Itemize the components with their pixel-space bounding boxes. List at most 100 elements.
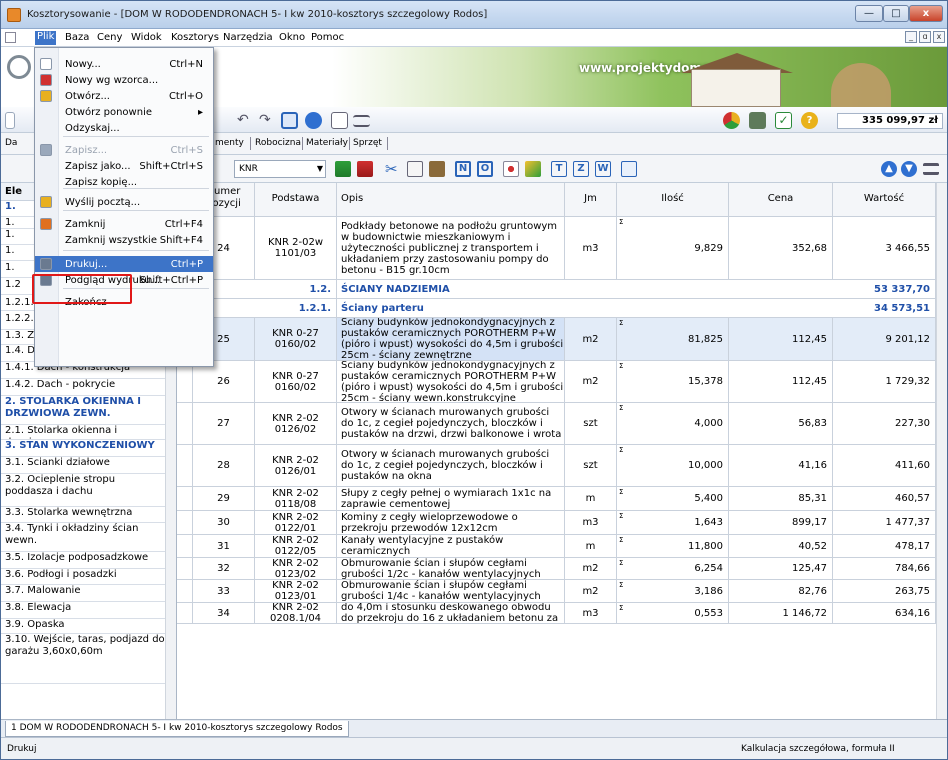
cut-icon[interactable]: ✂ bbox=[385, 161, 401, 177]
o-icon[interactable]: O bbox=[477, 161, 493, 177]
cell-desc[interactable]: Ściany budynków jednokondygnacyjnych z p… bbox=[337, 318, 565, 360]
cell-qty[interactable]: 1,643 bbox=[617, 511, 729, 534]
menu-item[interactable]: Odzyskaj... bbox=[35, 120, 213, 136]
tree-item[interactable]: 2.1. Stolarka okienna i drzwiowa zewn. bbox=[1, 425, 166, 440]
cell-basis[interactable]: KNR 2-02w 1101/03 bbox=[255, 217, 337, 279]
table-row[interactable]: 31 KNR 2-02 0122/05 Kanały wentylacyjne z … bbox=[177, 535, 936, 558]
menu-item[interactable]: Wyślij pocztą... bbox=[35, 194, 213, 210]
cell-value[interactable]: 1 729,32 bbox=[833, 361, 936, 402]
n-icon[interactable]: N bbox=[455, 161, 471, 177]
menu-item[interactable]: Otwórz... Ctrl+O bbox=[35, 88, 213, 104]
menu-widok[interactable]: Widok bbox=[131, 32, 162, 43]
cell-value[interactable]: 411,60 bbox=[833, 445, 936, 486]
menu-item[interactable]: Nowy wg wzorca... bbox=[35, 72, 213, 88]
cell-qty[interactable]: 3,186 bbox=[617, 580, 729, 602]
tree-item[interactable]: 3.8. Elewacja bbox=[1, 602, 166, 619]
menu-item[interactable]: Nowy... Ctrl+N bbox=[35, 56, 213, 72]
cell-qty[interactable]: 5,400 bbox=[617, 487, 729, 510]
cell-desc[interactable]: Otwory w ścianach murowanych grubości do… bbox=[337, 403, 565, 444]
cell-basis[interactable]: KNR 2-02 0208.1/04 bbox=[255, 603, 337, 623]
cell-value[interactable]: 9 201,12 bbox=[833, 318, 936, 360]
tree-item[interactable]: 3.1. Ścianki działowe bbox=[1, 457, 166, 474]
cell-desc[interactable]: Słupy z cegły pełnej o wymiarach 1x1c na… bbox=[337, 487, 565, 510]
menu-item[interactable]: Podgląd wydruku... Shift+Ctrl+P bbox=[35, 272, 213, 288]
mdi-restore-button[interactable]: ɑ bbox=[919, 31, 931, 43]
menu-item[interactable]: Otwórz ponownie ▸ bbox=[35, 104, 213, 120]
tree-item[interactable]: 3.3. Stolarka wewnętrzna bbox=[1, 507, 166, 523]
row-indicator[interactable] bbox=[177, 361, 193, 402]
cell-value[interactable]: 227,30 bbox=[833, 403, 936, 444]
table-row[interactable]: 28 KNR 2-02 0126/01 Otwory w ścianach muro… bbox=[177, 445, 936, 487]
menu-item[interactable]: Drukuj... Ctrl+P bbox=[35, 256, 213, 272]
tab-elementy[interactable]: menty bbox=[215, 138, 244, 148]
row-indicator[interactable] bbox=[177, 403, 193, 444]
row-indicator[interactable] bbox=[177, 445, 193, 486]
cell-price[interactable]: 56,83 bbox=[729, 403, 833, 444]
col-header-value[interactable]: Wartość bbox=[833, 183, 936, 217]
cell-basis[interactable]: KNR 0-27 0160/02 bbox=[255, 361, 337, 402]
toolbar-edge-button[interactable] bbox=[5, 112, 15, 129]
cell-jm[interactable]: m bbox=[565, 487, 617, 510]
sheet-icon[interactable] bbox=[621, 161, 637, 177]
col-header-desc[interactable]: Opis bbox=[337, 183, 565, 217]
tree-item[interactable]: 3.7. Malowanie bbox=[1, 585, 166, 602]
menu-ceny[interactable]: Ceny bbox=[97, 32, 122, 43]
tree-item[interactable]: 3.10. Wejście, taras, podjazd do garażu … bbox=[1, 634, 166, 684]
table-row[interactable]: 26 KNR 0-27 0160/02 Ściany budynków jednok… bbox=[177, 361, 936, 403]
cell-jm[interactable]: m2 bbox=[565, 558, 617, 579]
table-row[interactable]: 33 KNR 2-02 0123/01 Obmurowanie ścian i sł… bbox=[177, 580, 936, 603]
row-indicator[interactable] bbox=[177, 580, 193, 602]
row-indicator[interactable] bbox=[177, 487, 193, 510]
tree-item[interactable]: 1.4.2. Dach - pokrycie bbox=[1, 379, 166, 396]
cell-basis[interactable]: KNR 2-02 0122/05 bbox=[255, 535, 337, 557]
cell-desc[interactable]: Ściany budynków jednokondygnacyjnych z p… bbox=[337, 361, 565, 402]
cell-price[interactable]: 41,16 bbox=[729, 445, 833, 486]
table-row[interactable]: 27 KNR 2-02 0126/02 Otwory w ścianach muro… bbox=[177, 403, 936, 445]
section-row[interactable]: 1.2.1. Ściany parteru 34 573,51 bbox=[177, 299, 936, 318]
check-icon[interactable]: ✓ bbox=[775, 112, 792, 129]
cell-price[interactable]: 40,52 bbox=[729, 535, 833, 557]
menu-baza[interactable]: Baza bbox=[65, 32, 89, 43]
cell-qty[interactable]: 6,254 bbox=[617, 558, 729, 579]
cell-jm[interactable]: m3 bbox=[565, 603, 617, 623]
cell-qty[interactable]: 0,553 bbox=[617, 603, 729, 623]
cell-num[interactable]: 28 bbox=[193, 445, 255, 486]
mdi-close-button[interactable]: x bbox=[933, 31, 945, 43]
cell-num[interactable]: 32 bbox=[193, 558, 255, 579]
cell-desc[interactable]: Obmurowanie ścian i słupów cegłami grubo… bbox=[337, 580, 565, 602]
tab-robocizna[interactable]: Robocizna bbox=[255, 138, 301, 148]
tree-item[interactable]: 3.4. Tynki i okładziny ścian wewn. bbox=[1, 523, 166, 552]
cell-desc[interactable]: Podkłady betonowe na podłożu gruntowym w… bbox=[337, 217, 565, 279]
undo-icon[interactable]: ↶ bbox=[237, 112, 254, 129]
table-row[interactable]: 32 KNR 2-02 0123/02 Obmurowanie ścian i sł… bbox=[177, 558, 936, 580]
close-button[interactable]: x bbox=[909, 5, 943, 22]
menu-item[interactable]: Zamknij wszystkie Shift+F4 bbox=[35, 232, 213, 248]
navigate-icon[interactable] bbox=[305, 112, 322, 129]
cell-num[interactable]: 27 bbox=[193, 403, 255, 444]
menu-item[interactable]: Zapisz... Ctrl+S bbox=[35, 142, 213, 158]
menu-item[interactable]: Zamknij Ctrl+F4 bbox=[35, 216, 213, 232]
cell-basis[interactable]: KNR 2-02 0123/01 bbox=[255, 580, 337, 602]
cell-price[interactable]: 125,47 bbox=[729, 558, 833, 579]
cell-num[interactable]: 29 bbox=[193, 487, 255, 510]
cell-qty[interactable]: 9,829 bbox=[617, 217, 729, 279]
calculator-icon[interactable] bbox=[749, 112, 766, 129]
cell-num[interactable]: 31 bbox=[193, 535, 255, 557]
col-header-jm[interactable]: Jm bbox=[565, 183, 617, 217]
cell-jm[interactable]: m2 bbox=[565, 361, 617, 402]
cell-value[interactable]: 1 477,37 bbox=[833, 511, 936, 534]
minimize-button[interactable]: — bbox=[855, 5, 883, 22]
table-row[interactable]: 24 KNR 2-02w 1101/03 Podkłady betonowe na … bbox=[177, 217, 936, 280]
cell-desc[interactable]: Otwory w ścianach murowanych grubości do… bbox=[337, 445, 565, 486]
table-row[interactable]: 29 KNR 2-02 0118/08 Słupy z cegły pełnej o… bbox=[177, 487, 936, 511]
cell-value[interactable]: 478,17 bbox=[833, 535, 936, 557]
list-icon[interactable] bbox=[353, 115, 370, 127]
cell-basis[interactable]: KNR 0-27 0160/02 bbox=[255, 318, 337, 360]
cell-desc[interactable]: Kominy z cegły wieloprzewodowe o przekro… bbox=[337, 511, 565, 534]
cell-desc[interactable]: Obmurowanie ścian i słupów cegłami grubo… bbox=[337, 558, 565, 579]
cell-price[interactable]: 899,17 bbox=[729, 511, 833, 534]
cell-jm[interactable]: szt bbox=[565, 445, 617, 486]
more-icon[interactable] bbox=[923, 163, 939, 175]
document-tab[interactable]: 1 DOM W RODODENDRONACH 5- I kw 2010-kosz… bbox=[5, 721, 349, 737]
tab-sprzet[interactable]: Sprzęt bbox=[353, 138, 382, 148]
